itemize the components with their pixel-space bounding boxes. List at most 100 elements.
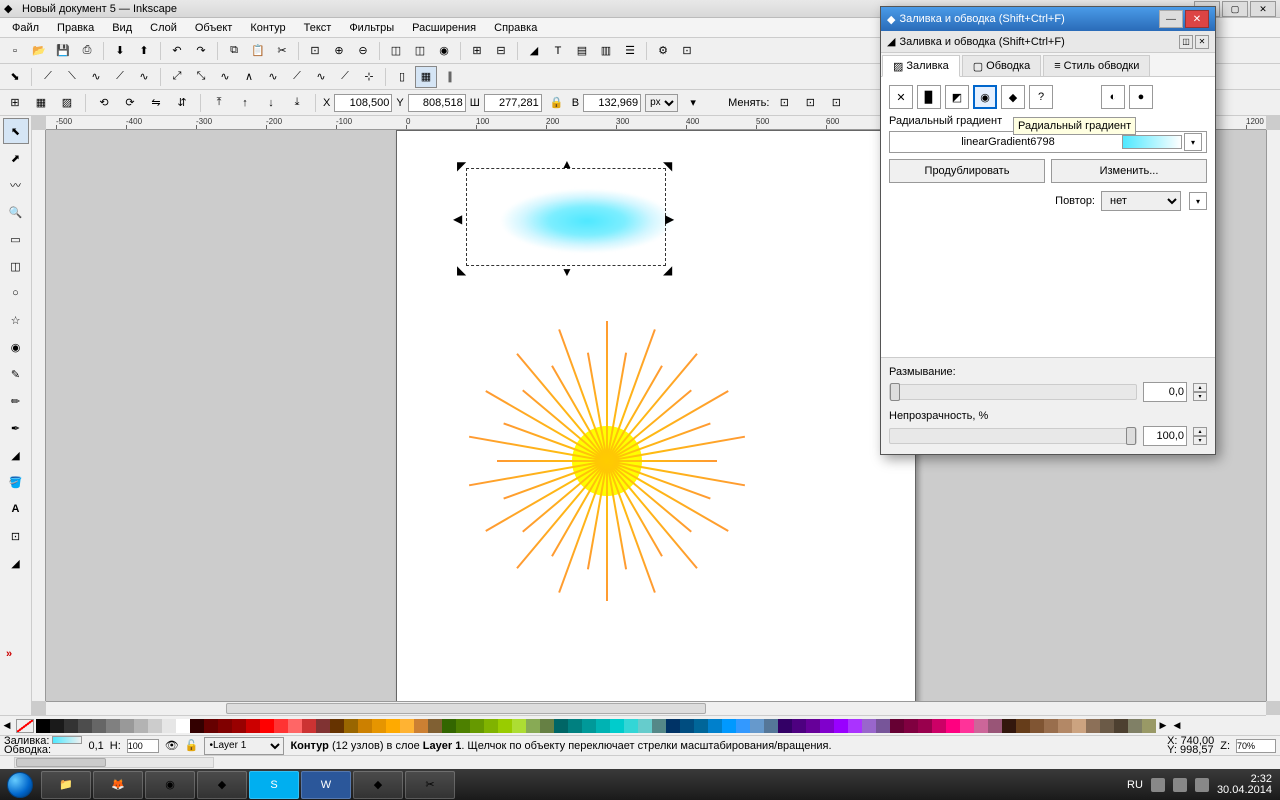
palette-swatch[interactable] [50, 719, 64, 733]
gradient-tool-icon[interactable]: ◢ [3, 550, 29, 576]
palette-swatch[interactable] [1086, 719, 1100, 733]
menu-object[interactable]: Объект [187, 20, 240, 36]
palette-swatch[interactable] [974, 719, 988, 733]
scale-handle-s[interactable]: ▼ [561, 265, 573, 277]
palette-swatch[interactable] [64, 719, 78, 733]
palette-swatch[interactable] [806, 719, 820, 733]
snap-corner-icon[interactable]: ⟋ [109, 66, 131, 88]
palette-swatch[interactable] [932, 719, 946, 733]
fill-none-icon[interactable]: ✕ [889, 85, 913, 109]
palette-swatch[interactable] [358, 719, 372, 733]
palette-swatch[interactable] [1142, 719, 1156, 733]
dialog-close-button[interactable]: ✕ [1185, 10, 1209, 28]
palette-swatch[interactable] [190, 719, 204, 733]
palette-swatch[interactable] [330, 719, 344, 733]
snap-edge-icon[interactable]: ∿ [133, 66, 155, 88]
palette-swatch[interactable] [372, 719, 386, 733]
menu-file[interactable]: Файл [4, 20, 47, 36]
node-join-icon[interactable]: ⤡ [190, 66, 212, 88]
tray-clock[interactable]: 2:3230.04.2014 [1217, 774, 1272, 796]
palette-swatch[interactable] [1058, 719, 1072, 733]
palette-swatch[interactable] [232, 719, 246, 733]
palette-swatch[interactable] [708, 719, 722, 733]
palette-swatch[interactable] [204, 719, 218, 733]
zoom-tool-icon[interactable]: 🔍 [3, 199, 29, 225]
palette-swatch[interactable] [484, 719, 498, 733]
clone-icon[interactable]: ◫ [385, 40, 407, 62]
task-snip[interactable]: ✂ [405, 771, 455, 799]
tray-network-icon[interactable] [1173, 778, 1187, 792]
palette-swatch[interactable] [386, 719, 400, 733]
palette-swatch[interactable] [638, 719, 652, 733]
fill-pattern-icon[interactable]: ◆ [1001, 85, 1025, 109]
h-input[interactable] [583, 94, 641, 112]
task-aimp[interactable]: ◉ [145, 771, 195, 799]
palette-swatch[interactable] [596, 719, 610, 733]
palette-swatch[interactable] [652, 719, 666, 733]
palette-swatch[interactable] [750, 719, 764, 733]
palette-swatch[interactable] [400, 719, 414, 733]
repeat-dropdown-icon[interactable]: ▾ [1189, 192, 1207, 210]
palette-swatch[interactable] [792, 719, 806, 733]
export-icon[interactable]: ⬆ [133, 40, 155, 62]
bezier-tool-icon[interactable]: ✏ [3, 388, 29, 414]
palette-swatch[interactable] [274, 719, 288, 733]
scale-handle-ne[interactable]: ◥ [663, 159, 675, 171]
menu-text[interactable]: Текст [296, 20, 340, 36]
palette-swatch[interactable] [344, 719, 358, 733]
palette-swatch[interactable] [36, 719, 50, 733]
task-firefox[interactable]: 🦊 [93, 771, 143, 799]
cut-icon[interactable]: ✂ [271, 40, 293, 62]
doc-prefs-icon[interactable]: ⊡ [676, 40, 698, 62]
3dbox-tool-icon[interactable]: ◫ [3, 253, 29, 279]
palette-swatch[interactable] [1072, 719, 1086, 733]
palette-swatch[interactable] [106, 719, 120, 733]
print-icon[interactable]: ⎙ [76, 40, 98, 62]
palette-swatch[interactable] [218, 719, 232, 733]
palette-swatch[interactable] [92, 719, 106, 733]
lower-icon[interactable]: ↓ [260, 92, 282, 114]
deselect-icon[interactable]: ▨ [56, 92, 78, 114]
palette-swatch[interactable] [666, 719, 680, 733]
palette-swatch[interactable] [904, 719, 918, 733]
edit-button[interactable]: Изменить... [1051, 159, 1207, 183]
affect-move-icon[interactable]: ⊡ [773, 92, 795, 114]
palette-swatch[interactable] [442, 719, 456, 733]
flip-v-icon[interactable]: ⇵ [171, 92, 193, 114]
dialog-undock-button[interactable]: ◫ [1179, 35, 1193, 49]
palette-swatch[interactable] [778, 719, 792, 733]
palette-swatch[interactable] [568, 719, 582, 733]
scale-handle-e[interactable]: ▶ [665, 212, 677, 224]
align-icon[interactable]: ☰ [619, 40, 641, 62]
opacity-slider[interactable] [889, 428, 1137, 444]
spiral-tool-icon[interactable]: ◉ [3, 334, 29, 360]
opacity-slider-thumb[interactable] [1126, 427, 1136, 445]
menu-layer[interactable]: Слой [142, 20, 185, 36]
scale-handle-n[interactable]: ▲ [561, 157, 573, 169]
snap-handle-icon[interactable]: ∿ [85, 66, 107, 88]
import-icon[interactable]: ⬇ [109, 40, 131, 62]
palette-right-icon[interactable]: ▶ [1156, 719, 1170, 733]
close-button[interactable]: ✕ [1250, 1, 1276, 17]
tweak-tool-icon[interactable]: 〰 [3, 172, 29, 198]
palette-swatch[interactable] [624, 719, 638, 733]
y-input[interactable] [408, 94, 466, 112]
palette-swatch[interactable] [512, 719, 526, 733]
blur-slider[interactable] [889, 384, 1137, 400]
palette-swatch[interactable] [1002, 719, 1016, 733]
x-input[interactable] [334, 94, 392, 112]
fill-radial-icon[interactable]: ◉ [973, 85, 997, 109]
tab-stroke-style[interactable]: ≡Стиль обводки [1043, 55, 1150, 76]
zoom-fit-icon[interactable]: ⊡ [304, 40, 326, 62]
menu-view[interactable]: Вид [104, 20, 140, 36]
start-button[interactable] [0, 769, 40, 800]
ellipse-tool-icon[interactable]: ○ [3, 280, 29, 306]
palette-swatch[interactable] [946, 719, 960, 733]
connector-tool-icon[interactable]: ⊡ [3, 523, 29, 549]
menu-path[interactable]: Контур [242, 20, 293, 36]
rotate-ccw-icon[interactable]: ⟲ [93, 92, 115, 114]
blur-slider-thumb[interactable] [890, 383, 900, 401]
layers-icon[interactable]: ▥ [595, 40, 617, 62]
snap-node-icon[interactable]: ⟋ [37, 66, 59, 88]
task-word[interactable]: W [301, 771, 351, 799]
